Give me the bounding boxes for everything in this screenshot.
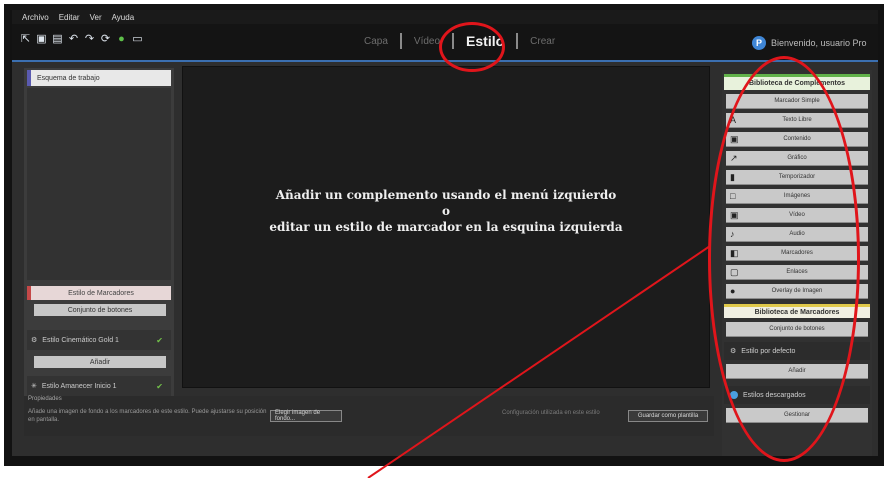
- annotation-arrow-line: [367, 245, 711, 478]
- annotation-line: [367, 245, 711, 478]
